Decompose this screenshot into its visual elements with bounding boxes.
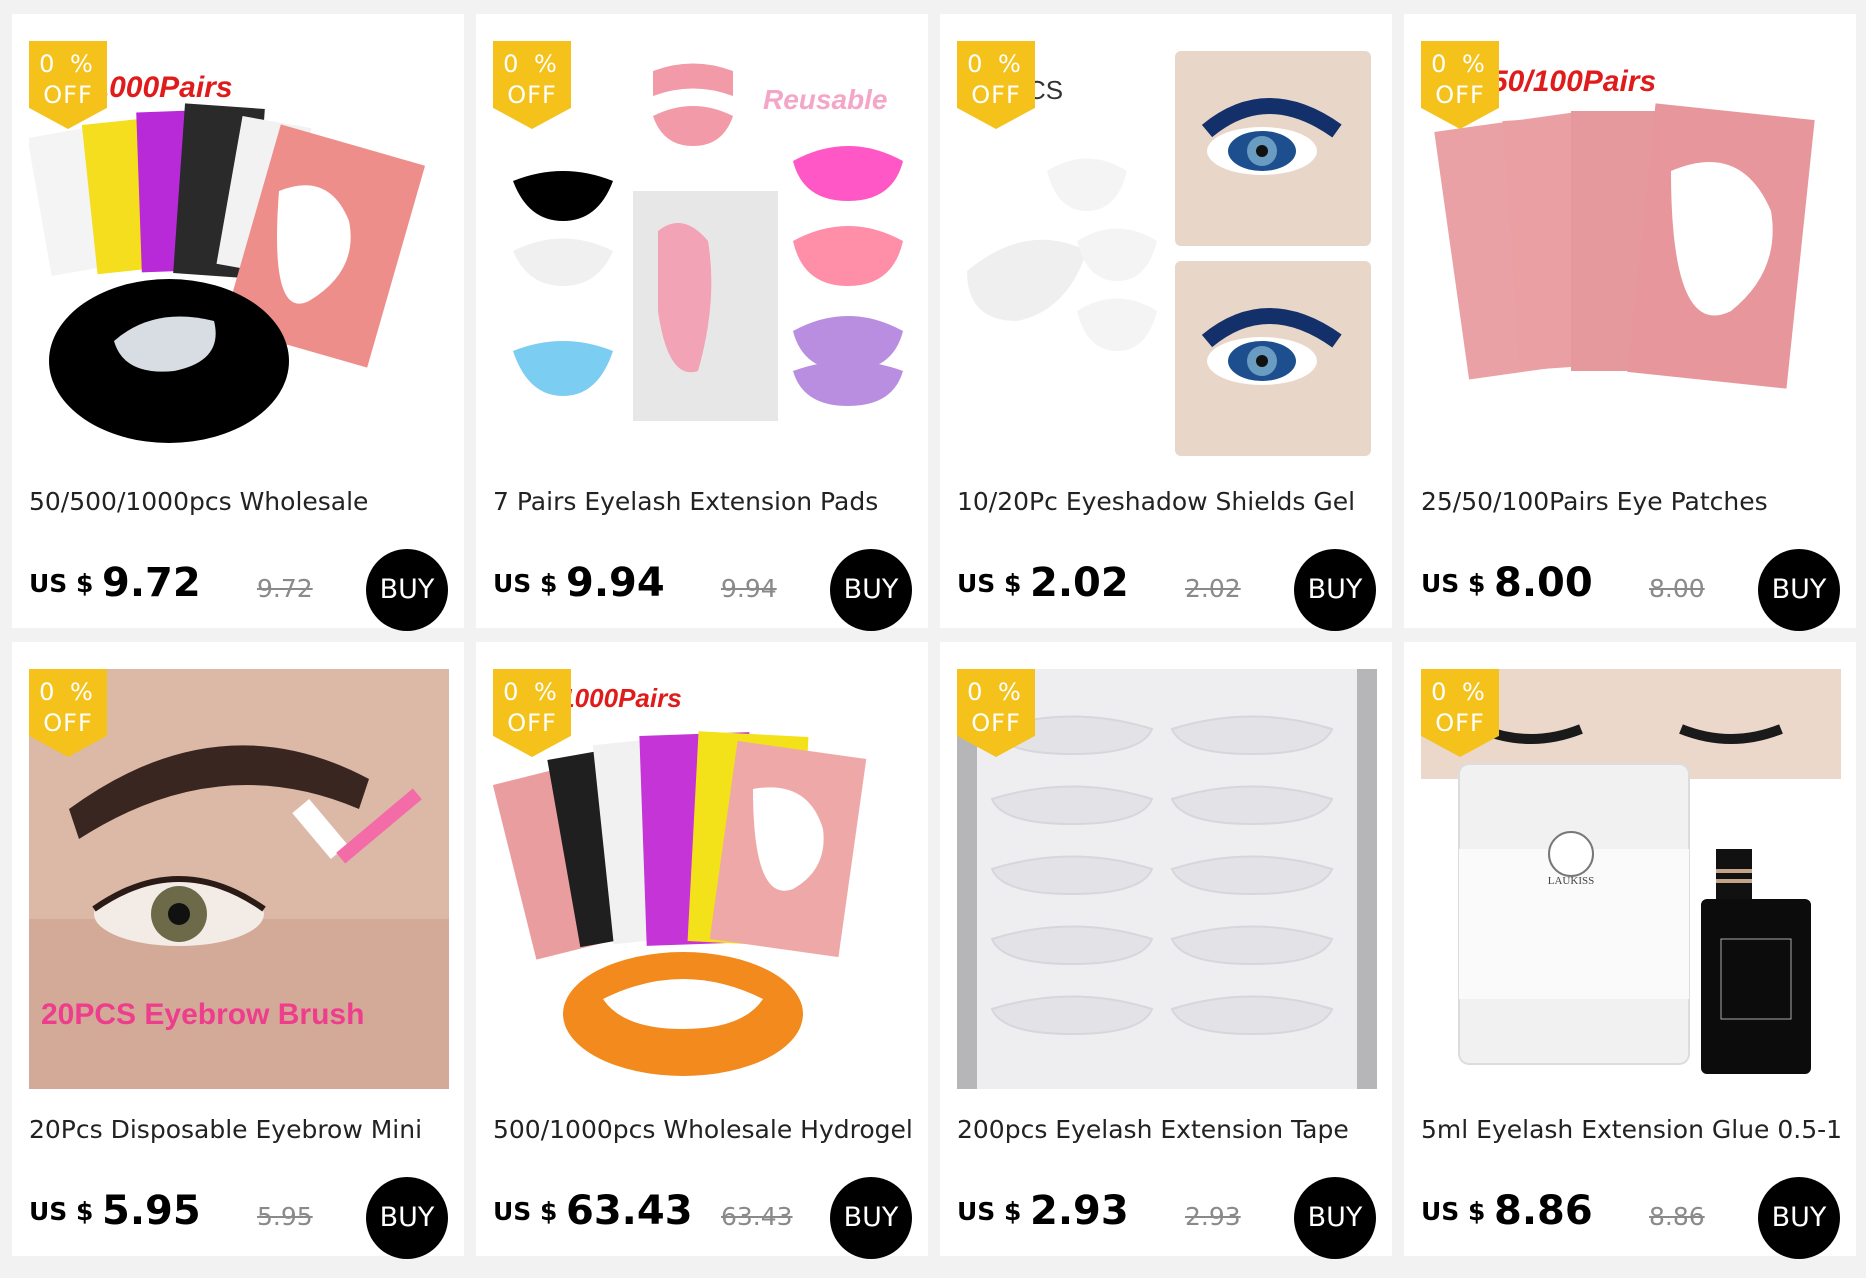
product-title[interactable]: 50/500/1000pcs Wholesale	[29, 487, 454, 516]
discount-off-label: OFF	[43, 709, 93, 737]
original-price: 63.43	[721, 1202, 793, 1231]
product-title[interactable]: 20Pcs Disposable Eyebrow Mini	[29, 1115, 454, 1144]
currency-label: US $	[493, 1197, 558, 1226]
discount-percent: 0 %	[503, 678, 561, 706]
original-price: 9.72	[257, 574, 313, 603]
discount-percent: 0 %	[967, 678, 1025, 706]
product-title[interactable]: 10/20Pc Eyeshadow Shields Gel	[957, 487, 1382, 516]
buy-button[interactable]: BUY	[1758, 1177, 1840, 1259]
product-card[interactable]: CS 0 % OFF 10/20Pc Eyeshadow Shields Gel…	[940, 14, 1392, 631]
buy-button[interactable]: BUY	[1758, 549, 1840, 631]
original-price: 2.93	[1185, 1202, 1241, 1231]
product-price: 9.72	[102, 560, 201, 606]
original-price: 5.95	[257, 1202, 313, 1231]
product-grid: 500/1000Pairs 0 % OFF 50/500/1000pcs Who…	[0, 0, 1866, 1278]
product-card[interactable]: LAUKISS 0 % OFF 5ml Eyelash Extension Gl…	[1404, 642, 1856, 1259]
product-price: 63.43	[566, 1188, 693, 1234]
buy-button[interactable]: BUY	[1294, 1177, 1376, 1259]
product-title[interactable]: 500/1000pcs Wholesale Hydrogel	[493, 1115, 918, 1144]
product-card[interactable]: /1000Pairs 0 % OFF 500/1000pcs Wholesale…	[476, 642, 928, 1259]
original-price: 8.00	[1649, 574, 1705, 603]
product-card[interactable]: 0 % OFF 200pcs Eyelash Extension Tape US…	[940, 642, 1392, 1259]
product-card[interactable]: 20PCS Eyebrow Brush 0 % OFF 20Pcs Dispos…	[12, 642, 464, 1259]
original-price: 8.86	[1649, 1202, 1705, 1231]
discount-percent: 0 %	[39, 678, 97, 706]
product-title[interactable]: 5ml Eyelash Extension Glue 0.5-1	[1421, 1115, 1846, 1144]
currency-label: US $	[493, 569, 558, 598]
discount-percent: 0 %	[1431, 50, 1489, 78]
currency-label: US $	[1421, 569, 1486, 598]
discount-off-label: OFF	[507, 709, 557, 737]
buy-button[interactable]: BUY	[830, 549, 912, 631]
product-price: 5.95	[102, 1188, 201, 1234]
product-card[interactable]: Reusable 0 % OFF 7 Pairs Eyelash Extensi…	[476, 14, 928, 631]
buy-button[interactable]: BUY	[366, 549, 448, 631]
product-price: 8.00	[1494, 560, 1593, 606]
product-card[interactable]: 500/1000Pairs 0 % OFF 50/500/1000pcs Who…	[12, 14, 464, 631]
currency-label: US $	[957, 1197, 1022, 1226]
buy-button[interactable]: BUY	[830, 1177, 912, 1259]
discount-off-label: OFF	[507, 81, 557, 109]
image-caption: /1000Pairs	[552, 683, 682, 713]
discount-percent: 0 %	[503, 50, 561, 78]
discount-percent: 0 %	[967, 50, 1025, 78]
discount-off-label: OFF	[43, 81, 93, 109]
discount-off-label: OFF	[971, 81, 1021, 109]
buy-button[interactable]: BUY	[1294, 549, 1376, 631]
discount-off-label: OFF	[1435, 709, 1485, 737]
product-price: 2.02	[1030, 560, 1129, 606]
product-title[interactable]: 200pcs Eyelash Extension Tape	[957, 1115, 1382, 1144]
currency-label: US $	[29, 1197, 94, 1226]
original-price: 9.94	[721, 574, 777, 603]
currency-label: US $	[1421, 1197, 1486, 1226]
product-price: 2.93	[1030, 1188, 1129, 1234]
product-title[interactable]: 25/50/100Pairs Eye Patches	[1421, 487, 1846, 516]
currency-label: US $	[29, 569, 94, 598]
buy-button[interactable]: BUY	[366, 1177, 448, 1259]
product-card[interactable]: 50/100Pairs 0 % OFF 25/50/100Pairs Eye P…	[1404, 14, 1856, 631]
image-caption: Reusable	[763, 84, 888, 115]
product-price: 8.86	[1494, 1188, 1593, 1234]
original-price: 2.02	[1185, 574, 1241, 603]
discount-percent: 0 %	[39, 50, 97, 78]
product-title[interactable]: 7 Pairs Eyelash Extension Pads	[493, 487, 918, 516]
currency-label: US $	[957, 569, 1022, 598]
image-caption: LAUKISS	[1548, 875, 1594, 887]
discount-off-label: OFF	[1435, 81, 1485, 109]
discount-percent: 0 %	[1431, 678, 1489, 706]
image-caption: 50/100Pairs	[1491, 65, 1656, 98]
image-caption: 20PCS Eyebrow Brush	[41, 998, 364, 1031]
product-price: 9.94	[566, 560, 665, 606]
discount-off-label: OFF	[971, 709, 1021, 737]
